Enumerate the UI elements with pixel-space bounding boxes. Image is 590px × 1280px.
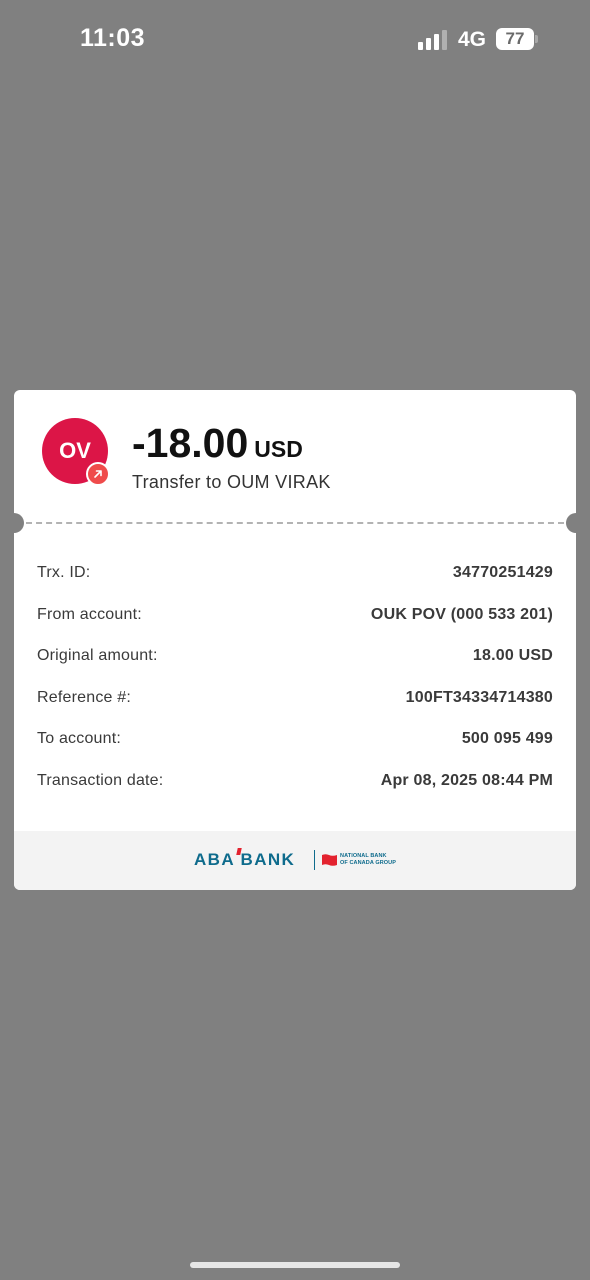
- detail-label: Reference #:: [37, 688, 132, 706]
- receipt-footer: ABA BANK NATIONAL BANK OF CANADA GROUP: [14, 831, 576, 890]
- ticket-notch-right: [566, 513, 586, 533]
- detail-row-to-account: To account: 500 095 499: [37, 722, 553, 764]
- detail-row-original-amount: Original amount: 18.00 USD: [37, 639, 553, 681]
- ticket-notch-left: [4, 513, 24, 533]
- detail-row-trx-id: Trx. ID: 34770251429: [37, 556, 553, 598]
- bank-name: ABA BANK: [194, 850, 296, 869]
- detail-value: 500 095 499: [461, 730, 553, 748]
- network-type: 4G: [458, 28, 487, 51]
- logo-divider: [314, 850, 315, 870]
- detail-label: From account:: [37, 605, 142, 623]
- transaction-currency: USD: [254, 436, 303, 462]
- status-bar: 11:03 4G 77: [0, 0, 590, 80]
- flag-icon: [322, 853, 337, 871]
- status-time: 11:03: [80, 24, 146, 52]
- perforation-divider: [26, 522, 564, 524]
- transaction-amount: -18.00: [132, 420, 249, 466]
- detail-label: To account:: [37, 730, 122, 748]
- battery-tip: [535, 35, 538, 43]
- detail-row-from-account: From account: OUK POV (000 533 201): [37, 598, 553, 640]
- battery-icon: 77: [496, 28, 534, 50]
- cellular-signal-icon: [418, 30, 450, 50]
- transfer-subtitle: Transfer to OUM VIRAK: [132, 472, 331, 492]
- detail-label: Original amount:: [37, 647, 158, 665]
- detail-label: Transaction date:: [37, 771, 164, 789]
- amount-row: -18.00 USD: [132, 420, 303, 467]
- partner-line-1: NATIONAL BANK: [340, 853, 387, 859]
- detail-row-transaction-date: Transaction date: Apr 08, 2025 08:44 PM: [37, 764, 553, 806]
- transaction-details: Trx. ID: 34770251429 From account: OUK P…: [37, 556, 553, 806]
- detail-value: 100FT34334714380: [405, 688, 553, 706]
- home-indicator[interactable]: [190, 1262, 400, 1268]
- detail-value: 34770251429: [452, 564, 553, 581]
- partner-line-2: OF CANADA GROUP: [340, 859, 396, 866]
- detail-value: OUK POV (000 533 201): [370, 605, 553, 623]
- transaction-receipt: OV -18.00 USD Transfer to OUM VIRAK Trx. …: [4, 390, 586, 890]
- partner-name: NATIONAL BANK OF CANADA GROUP: [340, 853, 396, 866]
- detail-value: Apr 08, 2025 08:44 PM: [380, 771, 553, 789]
- arrow-up-right-icon: [86, 462, 110, 486]
- detail-label: Trx. ID:: [37, 564, 91, 581]
- detail-value: 18.00 USD: [472, 647, 553, 665]
- detail-row-reference: Reference #: 100FT34334714380: [37, 681, 553, 723]
